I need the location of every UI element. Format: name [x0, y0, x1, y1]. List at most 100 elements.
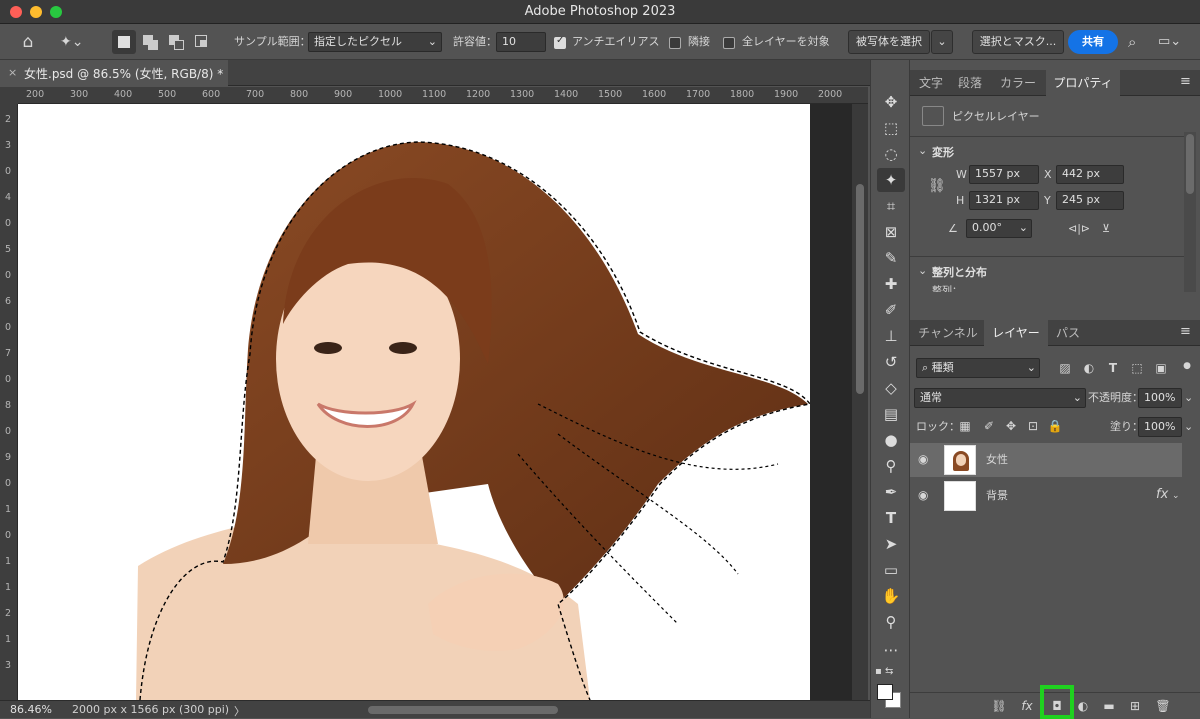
- width-input[interactable]: 1557 px: [969, 165, 1039, 184]
- adjustment-layer-icon[interactable]: ◐: [1074, 697, 1092, 715]
- zoom-tool-icon[interactable]: ⚲: [877, 610, 905, 634]
- height-input[interactable]: 1321 px: [969, 191, 1039, 210]
- tab-paragraph[interactable]: 段落: [950, 70, 990, 96]
- brush-tool-icon[interactable]: ✐: [877, 298, 905, 322]
- filter-shape-icon[interactable]: ⬚: [1128, 359, 1146, 377]
- gradient-tool-icon[interactable]: ▤: [877, 402, 905, 426]
- eraser-tool-icon[interactable]: ◇: [877, 376, 905, 400]
- opacity-input[interactable]: 100%: [1138, 388, 1182, 408]
- document-tab[interactable]: × 女性.psd @ 86.5% (女性, RGB/8) *: [0, 60, 228, 86]
- pen-tool-icon[interactable]: ✒: [877, 480, 905, 504]
- lock-pixels-icon[interactable]: ✐: [980, 417, 998, 435]
- add-selection-icon[interactable]: [140, 30, 162, 54]
- blend-mode-select[interactable]: 通常 ⌄: [914, 388, 1086, 408]
- subtract-selection-icon[interactable]: [166, 30, 188, 54]
- crop-tool-icon[interactable]: ⌗: [877, 194, 905, 218]
- flip-vertical-icon[interactable]: ⊻: [1102, 221, 1110, 237]
- horizontal-ruler[interactable]: 200 300 400 500 600 700 800 900 1000 1100 1200 1300…: [18, 87, 868, 104]
- lock-artboard-icon[interactable]: ⊡: [1024, 417, 1042, 435]
- clone-stamp-tool-icon[interactable]: ⊥: [877, 324, 905, 348]
- add-style-icon[interactable]: fx: [1018, 697, 1036, 715]
- filter-adjustment-icon[interactable]: ◐: [1080, 359, 1098, 377]
- align-chevron-icon[interactable]: ⌄: [918, 263, 927, 279]
- chevron-down-icon[interactable]: ⌄: [1172, 488, 1180, 504]
- transform-section-title[interactable]: 変形: [932, 144, 954, 160]
- blur-tool-icon[interactable]: ●: [877, 428, 905, 452]
- zoom-level[interactable]: 86.46%: [10, 703, 52, 716]
- lock-position-icon[interactable]: ✥: [1002, 417, 1020, 435]
- select-and-mask-button[interactable]: 選択とマスク...: [972, 30, 1064, 54]
- scrollbar-thumb[interactable]: [856, 184, 864, 394]
- path-selection-tool-icon[interactable]: ➤: [877, 532, 905, 556]
- layer-filter-select[interactable]: ⌕ 種類 ⌄: [916, 358, 1040, 378]
- vertical-scrollbar[interactable]: [852, 104, 868, 700]
- swap-colors-icon[interactable]: ▪ ⇆: [875, 666, 905, 680]
- angle-input[interactable]: 0.00° ⌄: [966, 219, 1032, 238]
- select-subject-button[interactable]: 被写体を選択: [848, 30, 930, 54]
- x-input[interactable]: 442 px: [1056, 165, 1124, 184]
- tab-paths[interactable]: パス: [1048, 320, 1088, 346]
- canvas-area[interactable]: [18, 104, 858, 700]
- search-icon[interactable]: ⌕: [1128, 32, 1148, 52]
- filter-type-icon[interactable]: T: [1104, 359, 1122, 377]
- tab-channels[interactable]: チャンネル: [912, 320, 984, 346]
- fill-dropdown-icon[interactable]: ⌄: [1184, 419, 1193, 435]
- layer-row-background[interactable]: ◉ 背景 fx ⌄: [910, 479, 1184, 513]
- scrollbar-thumb[interactable]: [1186, 134, 1194, 194]
- history-brush-tool-icon[interactable]: ↺: [877, 350, 905, 374]
- lock-transparency-icon[interactable]: ▦: [956, 417, 974, 435]
- rectangle-tool-icon[interactable]: ▭: [877, 558, 905, 582]
- eyedropper-tool-icon[interactable]: ✎: [877, 246, 905, 270]
- close-tab-icon[interactable]: ×: [8, 66, 17, 79]
- healing-brush-tool-icon[interactable]: ✚: [877, 272, 905, 296]
- all-layers-checkbox[interactable]: [723, 37, 735, 49]
- lock-all-icon[interactable]: 🔒: [1046, 417, 1064, 435]
- layer-name[interactable]: 女性: [986, 452, 1008, 468]
- layer-row-woman[interactable]: ◉ 女性: [910, 443, 1182, 477]
- contiguous-checkbox[interactable]: [669, 37, 681, 49]
- filter-toggle-icon[interactable]: ●: [1178, 357, 1196, 375]
- panel-menu-icon[interactable]: ≡: [1180, 74, 1191, 89]
- link-icon[interactable]: ⛓: [928, 178, 946, 194]
- new-group-icon[interactable]: ▬: [1100, 697, 1118, 715]
- type-tool-icon[interactable]: T: [877, 506, 905, 530]
- select-subject-dropdown[interactable]: ⌄: [931, 30, 953, 54]
- layer-name[interactable]: 背景: [986, 488, 1008, 504]
- home-icon[interactable]: ⌂: [16, 30, 40, 54]
- document-canvas[interactable]: [18, 104, 810, 700]
- status-menu-arrow[interactable]: 〉: [234, 703, 245, 719]
- transform-chevron-icon[interactable]: ⌄: [918, 143, 927, 159]
- foreground-color-swatch[interactable]: [877, 684, 893, 700]
- lasso-tool-icon[interactable]: ◌: [877, 142, 905, 166]
- intersect-selection-icon[interactable]: [192, 30, 214, 54]
- tab-character[interactable]: 文字: [912, 70, 950, 96]
- link-layers-icon[interactable]: ⛓: [990, 697, 1008, 715]
- visibility-eye-icon[interactable]: ◉: [918, 488, 928, 502]
- y-input[interactable]: 245 px: [1056, 191, 1124, 210]
- more-tools-icon[interactable]: ⋯: [877, 638, 905, 662]
- fill-input[interactable]: 100%: [1138, 417, 1182, 437]
- workspace-icon[interactable]: ▭⌄: [1158, 32, 1188, 52]
- share-button[interactable]: 共有: [1068, 30, 1118, 54]
- delete-layer-icon[interactable]: 🗑: [1154, 697, 1172, 715]
- marquee-tool-icon[interactable]: ⬚: [877, 116, 905, 140]
- filter-smart-object-icon[interactable]: ▣: [1152, 359, 1170, 377]
- opacity-dropdown-icon[interactable]: ⌄: [1184, 390, 1193, 406]
- antialias-checkbox[interactable]: ✓: [554, 35, 566, 49]
- visibility-eye-icon[interactable]: ◉: [918, 452, 928, 466]
- dodge-tool-icon[interactable]: ⚲: [877, 454, 905, 478]
- sample-size-select[interactable]: 指定したピクセル ⌄: [308, 32, 442, 52]
- magic-wand-tool-icon[interactable]: ✦: [877, 168, 905, 192]
- tab-properties[interactable]: プロパティ: [1046, 70, 1120, 96]
- fx-badge[interactable]: fx: [1156, 487, 1168, 503]
- flip-horizontal-icon[interactable]: ⊲|⊳: [1068, 221, 1090, 237]
- tab-layers[interactable]: レイヤー: [984, 320, 1048, 346]
- tolerance-input[interactable]: 10: [496, 32, 546, 52]
- new-selection-icon[interactable]: [112, 30, 136, 54]
- add-mask-icon[interactable]: ◘: [1048, 697, 1066, 715]
- new-layer-icon[interactable]: ⊞: [1126, 697, 1144, 715]
- horizontal-scrollbar-thumb[interactable]: [368, 706, 558, 714]
- magic-wand-preset-icon[interactable]: ✦⌄: [60, 30, 98, 54]
- filter-pixel-icon[interactable]: ▨: [1056, 359, 1074, 377]
- frame-tool-icon[interactable]: ⊠: [877, 220, 905, 244]
